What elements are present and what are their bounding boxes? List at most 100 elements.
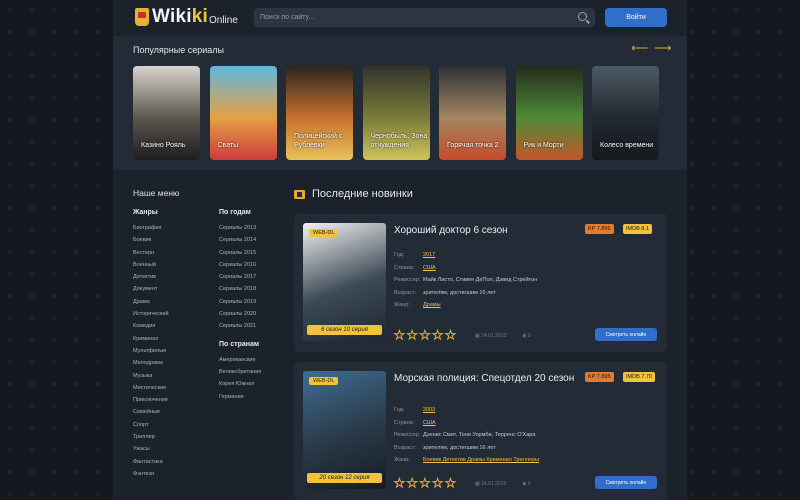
star-icon[interactable]: ★ [394, 477, 406, 490]
info-value: зрителям, достигшим 16 лет [423, 444, 496, 451]
info-label: Режиссер: [394, 432, 421, 438]
popular-card[interactable]: Сваты [209, 66, 277, 160]
login-button[interactable]: Войти [605, 8, 667, 27]
star-icon[interactable]: ★ [394, 329, 406, 342]
latest-title: Последние новинки [312, 188, 413, 200]
country-link[interactable]: Американские [219, 354, 261, 366]
genre-link[interactable]: Военный [133, 259, 169, 271]
movie-card: WEB-DL 20 сезон 12 серия Морская полиция: … [294, 362, 667, 500]
latest-heading: Последние новинки [294, 188, 413, 200]
info-value[interactable]: Боевик Детектив Драмы Криминал Триллеры [423, 457, 539, 463]
date: ▦ 24.01.2023 [475, 333, 506, 339]
star-icon[interactable]: ★ [445, 329, 457, 342]
watch-online-button[interactable]: Смотреть онлайн [595, 476, 657, 489]
search-input[interactable] [260, 10, 560, 25]
search-icon[interactable] [578, 12, 587, 21]
sidebar-title: Наше меню [133, 188, 180, 198]
year-link[interactable]: Сериалы 2014 [219, 234, 261, 246]
imdb-rating: IMDB 7.70 [623, 372, 655, 382]
arrow-right-icon[interactable]: ⟶ [654, 42, 671, 54]
star-icon[interactable]: ★ [406, 329, 418, 342]
logo[interactable]: Wikiki Online [135, 6, 238, 27]
site-container: Wikiki Online Войти Популярные сериалы ⟵… [113, 0, 687, 500]
popular-card[interactable]: Рик и Морти [515, 66, 583, 160]
popular-card[interactable]: Колесо времени [592, 66, 659, 160]
genre-link[interactable]: Приключения [133, 394, 169, 406]
info-label: Возраст: [394, 289, 417, 296]
year-link[interactable]: Сериалы 2017 [219, 271, 261, 283]
popular-card[interactable]: Чернобыль. Зона отчуждения [362, 66, 430, 160]
genre-link[interactable]: Криминал [133, 333, 169, 345]
genre-link[interactable]: Комедия [133, 320, 169, 332]
popular-card[interactable]: Горячая точка 2 [439, 66, 506, 160]
info-row: Возраст: зрителям, достигшим 16 лет [394, 290, 496, 296]
info-label: Страна: [394, 419, 415, 426]
quality-badge: WEB-DL [309, 229, 339, 237]
genre-link[interactable]: Фантастика [133, 456, 169, 468]
genre-link[interactable]: Ужасы [133, 443, 169, 455]
rating-stars[interactable]: ★ ★ ★ ★ ★ [394, 329, 457, 342]
star-icon[interactable]: ★ [445, 477, 457, 490]
genre-link[interactable]: Вестерн [133, 247, 169, 259]
movie-poster[interactable]: WEB-DL 20 сезон 12 серия [303, 371, 386, 489]
arrow-left-icon[interactable]: ⟵ [631, 42, 648, 54]
genre-link[interactable]: Триллер [133, 431, 169, 443]
year-link[interactable]: Сериалы 2019 [219, 296, 261, 308]
movie-poster[interactable]: WEB-DL 6 сезон 10 серия [303, 223, 386, 341]
year-link[interactable]: Сериалы 2013 [219, 222, 261, 234]
country-link[interactable]: Корея Южная [219, 378, 261, 390]
info-value[interactable]: США [423, 420, 436, 426]
date-text: 24.01.2023 [481, 481, 507, 487]
country-link[interactable]: Великобритания [219, 366, 261, 378]
genre-link[interactable]: Мелодрама [133, 357, 169, 369]
genre-link[interactable]: Спорт [133, 419, 169, 431]
popcorn-icon [135, 8, 149, 26]
genre-link[interactable]: Документ [133, 283, 169, 295]
year-link[interactable]: Сериалы 2018 [219, 283, 261, 295]
movie-meta: ▦ 24.01.2023 ◉ 0 [475, 481, 531, 487]
star-icon[interactable]: ★ [432, 329, 444, 342]
info-value[interactable]: Драмы [423, 302, 441, 308]
popular-card[interactable]: Полицейский с Рублевки [286, 66, 353, 160]
genre-link[interactable]: Исторический [133, 308, 169, 320]
star-icon[interactable]: ★ [419, 477, 431, 490]
movie-title[interactable]: Хороший доктор 6 сезон [394, 224, 584, 237]
genres-column: Жанры Биография Боевик Вестерн Военный Детек… [133, 209, 169, 480]
year-link[interactable]: Сериалы 2015 [219, 247, 261, 259]
date: ▦ 24.01.2023 [475, 481, 506, 487]
info-row: Год: 2017 [394, 252, 435, 258]
episode-badge: 20 сезон 12 серия [307, 473, 382, 483]
info-value[interactable]: США [423, 265, 436, 271]
movie-meta: ▦ 24.01.2023 ◉ 0 [475, 333, 531, 339]
genre-link[interactable]: Драма [133, 296, 169, 308]
year-link[interactable]: Сериалы 2020 [219, 308, 261, 320]
genres-heading: Жанры [133, 209, 158, 216]
rating-stars[interactable]: ★ ★ ★ ★ ★ [394, 477, 457, 490]
card-title: Колесо времени [600, 142, 654, 149]
movie-title[interactable]: Морская полиция: Спецотдел 20 сезон [394, 372, 584, 385]
popular-section: Популярные сериалы ⟵ ⟶ Казино Рояль Сваты… [113, 36, 687, 170]
header: Wikiki Online Войти [113, 0, 687, 36]
genre-link[interactable]: Боевик [133, 234, 169, 246]
info-value[interactable]: 2017 [423, 252, 435, 258]
country-link[interactable]: Германия [219, 391, 261, 403]
years-column: По годам Сериалы 2013 Сериалы 2014 Сериалы… [219, 209, 261, 403]
star-icon[interactable]: ★ [419, 329, 431, 342]
genre-link[interactable]: Семейные [133, 406, 169, 418]
genre-link[interactable]: Мультфильм [133, 345, 169, 357]
views: ◉ 0 [522, 481, 531, 487]
star-icon[interactable]: ★ [406, 477, 418, 490]
countries-heading: По странам [219, 340, 260, 348]
genre-link[interactable]: Биография [133, 222, 169, 234]
genre-link[interactable]: Мистические [133, 382, 169, 394]
quality-badge: WEB-DL [309, 377, 339, 385]
popular-card[interactable]: Казино Рояль [133, 66, 200, 160]
genre-link[interactable]: Музыка [133, 370, 169, 382]
year-link[interactable]: Сериалы 2021 [219, 320, 261, 332]
watch-online-button[interactable]: Смотреть онлайн [595, 328, 657, 341]
star-icon[interactable]: ★ [432, 477, 444, 490]
genre-link[interactable]: Детектив [133, 271, 169, 283]
genre-link[interactable]: Фэнтези [133, 468, 169, 480]
info-value[interactable]: 2003 [423, 407, 435, 413]
year-link[interactable]: Сериалы 2016 [219, 259, 261, 271]
